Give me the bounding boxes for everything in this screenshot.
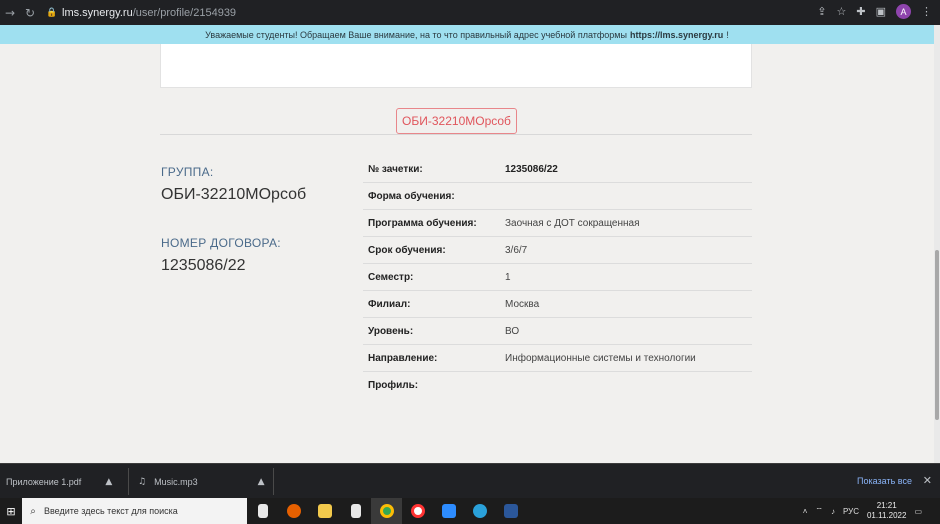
banner-text: Уважаемые студенты! Обращаем Ваше вниман… [205, 29, 627, 40]
info-row-level: Уровень: ВО [363, 318, 752, 345]
close-icon[interactable]: ✕ [923, 474, 932, 487]
url-text[interactable]: lms.synergy.ru/user/profile/2154939 [62, 7, 236, 19]
profile-card-bottom [160, 44, 752, 88]
info-row-profile: Профиль: [363, 372, 752, 399]
forward-icon[interactable]: → [0, 6, 20, 20]
contract-value: 1235086/22 [161, 257, 246, 274]
info-key: Уровень: [368, 325, 414, 337]
info-key: Профиль: [368, 380, 419, 391]
volume-icon[interactable]: ♪ [831, 507, 835, 516]
clock-date: 01.11.2022 [866, 511, 907, 520]
info-value: 1235086/22 [505, 163, 558, 175]
yandex-browser-icon[interactable] [402, 498, 433, 524]
info-key: № зачетки: [368, 163, 423, 175]
share-icon[interactable]: ⇪ [817, 5, 826, 18]
info-row-record-book: № зачетки: 1235086/22 [363, 156, 752, 183]
windows-taskbar: ⊞ ⌕ Введите здесь текст для поиска ˄ ⌔ ♪… [0, 498, 940, 524]
extensions-icon[interactable]: ✚ [856, 5, 865, 18]
browser-toolbar: → ↻ 🔒 lms.synergy.ru/user/profile/215493… [0, 0, 940, 25]
chevron-up-icon[interactable]: ▲ [105, 477, 112, 487]
firefox-icon[interactable] [278, 498, 309, 524]
page-scrollbar[interactable] [934, 25, 940, 463]
folder-icon[interactable] [309, 498, 340, 524]
word-icon[interactable] [495, 498, 526, 524]
system-tray: ˄ ⌔ ♪ РУС 21:21 01.11.2022 ▭ [803, 498, 940, 524]
notepad-icon[interactable] [340, 498, 371, 524]
file-icon: ♫ [138, 476, 147, 487]
zoom-icon[interactable] [433, 498, 464, 524]
info-row-program: Программа обучения: Заочная с ДОТ сокращ… [363, 210, 752, 237]
info-value: Информационные системы и технологии [505, 352, 696, 364]
info-row-direction: Направление: Информационные системы и те… [363, 345, 752, 372]
group-value: ОБИ-32210МОрсоб [161, 186, 307, 203]
download-filename[interactable]: Приложение 1.pdf [6, 477, 81, 487]
banner-suffix: ! [726, 29, 729, 40]
info-value: Заочная с ДОТ сокращенная [505, 217, 640, 229]
downloads-bar: Приложение 1.pdf ▲ ♫ Music.mp3 ▲ Показат… [0, 463, 940, 498]
show-all-downloads-button[interactable]: Показать все [857, 476, 912, 486]
wifi-icon[interactable]: ⌔ [815, 506, 823, 516]
reload-icon[interactable]: ↻ [20, 6, 40, 20]
tray-chevron-up-icon[interactable]: ˄ [803, 507, 808, 516]
taskbar-search-input[interactable]: ⌕ Введите здесь текст для поиска [22, 498, 247, 524]
address-bar[interactable]: 🔒 lms.synergy.ru/user/profile/2154939 [46, 3, 906, 22]
info-key: Срок обучения: [368, 244, 446, 256]
chrome-icon[interactable] [371, 498, 402, 524]
info-row-branch: Филиал: Москва [363, 291, 752, 318]
download-separator [273, 468, 274, 495]
lock-icon[interactable]: 🔒 [46, 8, 58, 18]
info-value: 1 [505, 271, 511, 283]
profile-avatar[interactable]: A [896, 4, 911, 19]
info-key: Направление: [368, 352, 438, 364]
info-value: 3/6/7 [505, 244, 528, 256]
contract-label: НОМЕР ДОГОВОРА: [161, 236, 281, 250]
info-key: Программа обучения: [368, 217, 477, 229]
info-key: Филиал: [368, 298, 411, 310]
info-value: ВО [505, 325, 520, 337]
banner-link[interactable]: https://lms.synergy.ru [630, 30, 723, 40]
info-row-semester: Семестр: 1 [363, 264, 752, 291]
menu-icon[interactable]: ⋮ [921, 5, 932, 18]
info-key: Форма обучения: [368, 190, 455, 202]
side-panel-icon[interactable]: ▣ [876, 5, 886, 18]
scrollbar-thumb[interactable] [935, 250, 939, 420]
profile-info-table: № зачетки: 1235086/22 Форма обучения: Пр… [363, 156, 752, 399]
download-item[interactable]: Приложение 1.pdf ▲ [6, 464, 112, 499]
info-row-study-form: Форма обучения: [363, 183, 752, 210]
notice-banner: Уважаемые студенты! Обращаем Ваше вниман… [0, 25, 934, 44]
info-row-duration: Срок обучения: 3/6/7 [363, 237, 752, 264]
info-value: Москва [505, 298, 540, 310]
group-badge[interactable]: ОБИ-32210МОрсоб [396, 108, 517, 134]
clock-time: 21:21 [876, 501, 897, 510]
download-filename[interactable]: Music.mp3 [154, 477, 198, 487]
language-indicator[interactable]: РУС [843, 507, 859, 516]
download-item[interactable]: ♫ Music.mp3 ▲ [138, 464, 265, 499]
clock[interactable]: 21:21 01.11.2022 [867, 501, 906, 521]
search-placeholder: Введите здесь текст для поиска [44, 506, 178, 516]
notifications-icon[interactable]: ▭ [914, 507, 922, 516]
download-separator [128, 468, 129, 495]
chevron-up-icon[interactable]: ▲ [258, 477, 265, 487]
start-icon[interactable]: ⊞ [0, 505, 22, 518]
divider [160, 134, 752, 135]
telegram-icon[interactable] [464, 498, 495, 524]
search-icon: ⌕ [30, 505, 36, 517]
group-label: ГРУППА: [161, 165, 214, 179]
info-key: Семестр: [368, 271, 414, 283]
file-explorer-icon[interactable] [247, 498, 278, 524]
bookmark-star-icon[interactable]: ☆ [837, 5, 847, 18]
